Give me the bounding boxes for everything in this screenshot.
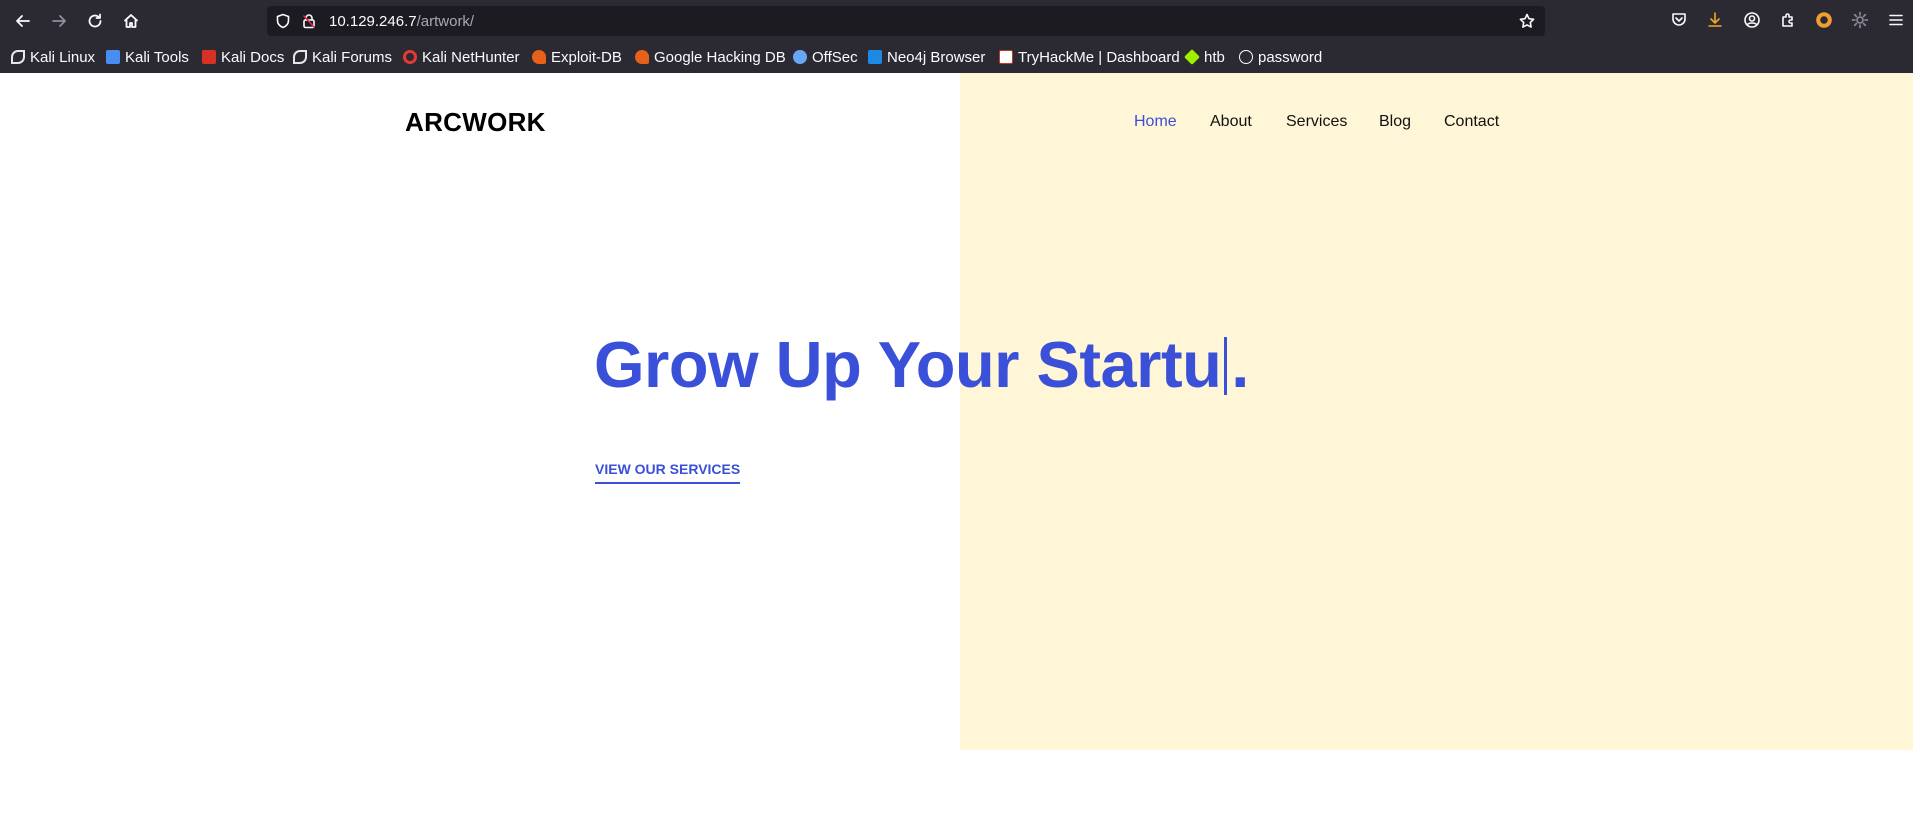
bookmark-item[interactable]: OffSec: [793, 46, 858, 68]
offsec-icon: [793, 50, 807, 64]
arrow-right-icon: [52, 15, 66, 27]
kali-dragon-icon: [11, 50, 25, 64]
nethunter-icon: [403, 50, 417, 64]
bookmark-item[interactable]: Kali Linux: [11, 46, 95, 68]
bookmark-label: Kali NetHunter: [422, 48, 520, 66]
bookmark-item[interactable]: TryHackMe | Dashboard: [999, 46, 1180, 68]
extensions-button[interactable]: [1779, 11, 1799, 31]
bookmark-item[interactable]: Google Hacking DB: [635, 46, 786, 68]
nav-services[interactable]: Services: [1286, 113, 1347, 131]
exploit-db-icon: [532, 50, 546, 64]
app-menu-button[interactable]: [1887, 11, 1907, 31]
bookmark-item[interactable]: Kali Forums: [293, 46, 392, 68]
reload-button[interactable]: [82, 9, 108, 33]
download-icon: [1708, 12, 1722, 27]
exploit-db-icon: [635, 50, 649, 64]
kali-dragon-icon: [293, 50, 307, 64]
bookmark-label: Kali Linux: [30, 48, 96, 66]
bookmark-item[interactable]: Kali Docs: [202, 46, 284, 68]
bookmark-item[interactable]: htb: [1184, 46, 1225, 68]
nav-contact[interactable]: Contact: [1444, 113, 1499, 131]
pocket-icon: [1672, 13, 1686, 26]
kali-tools-icon: [106, 50, 120, 64]
bookmark-item[interactable]: Kali NetHunter: [403, 46, 520, 68]
pocket-button[interactable]: [1670, 11, 1690, 31]
nav-blog[interactable]: Blog: [1379, 113, 1411, 131]
url-host: 10.129.246.7: [329, 13, 417, 30]
nav-home[interactable]: Home: [1134, 113, 1177, 131]
terminal-icon: [868, 50, 882, 64]
url-path: /artwork/: [416, 13, 475, 30]
bookmark-item[interactable]: password: [1239, 46, 1322, 68]
bookmark-star-icon[interactable]: [1519, 13, 1535, 29]
bookmarks-toolbar: Kali Linux Kali Tools Kali Docs Kali For…: [0, 46, 1913, 68]
account-button[interactable]: [1743, 11, 1763, 31]
hero-title: Grow Up Your Startu.: [594, 327, 1249, 402]
browser-chrome: 10.129.246.7/artwork/ Kali Linux Kali To…: [0, 0, 1913, 73]
bookmark-label: Kali Docs: [221, 48, 285, 66]
browser-toolbar: 10.129.246.7/artwork/: [0, 0, 1913, 42]
htb-cube-icon: [1184, 49, 1200, 65]
reload-icon: [88, 13, 102, 28]
bookmark-label: htb: [1204, 48, 1225, 66]
puzzle-icon: [1782, 13, 1793, 27]
hamburger-menu-icon: [1889, 14, 1903, 26]
home-button[interactable]: [118, 9, 144, 33]
extension-gear-button[interactable]: [1851, 11, 1871, 31]
back-button[interactable]: [10, 9, 36, 33]
fox-extension-icon: [1816, 12, 1832, 28]
url-text[interactable]: 10.129.246.7/artwork/: [329, 13, 474, 30]
hero-background-panel: [960, 73, 1913, 750]
lock-icon[interactable]: [301, 13, 317, 29]
bookmark-label: Google Hacking DB: [654, 48, 786, 66]
bookmark-label: OffSec: [812, 48, 858, 66]
bookmark-item[interactable]: Neo4j Browser: [868, 46, 985, 68]
gear-icon: [1851, 11, 1869, 29]
hero-title-end: .: [1231, 328, 1249, 401]
address-bar[interactable]: 10.129.246.7/artwork/: [267, 6, 1545, 36]
site-logo[interactable]: ARCWORK: [405, 107, 546, 138]
hero-title-text: Grow Up Your Startu: [594, 328, 1222, 401]
bookmark-label: Kali Tools: [125, 48, 189, 66]
tryhackme-icon: [999, 50, 1013, 64]
bookmark-label: Neo4j Browser: [887, 48, 986, 66]
home-icon: [124, 14, 138, 28]
globe-icon: [1239, 50, 1253, 64]
view-services-link[interactable]: VIEW OUR SERVICES: [595, 461, 741, 484]
web-page: ARCWORK Home About Services Blog Contact…: [0, 73, 1913, 833]
bookmark-label: Exploit-DB: [551, 48, 622, 66]
account-icon: [1744, 12, 1760, 28]
arrow-left-icon: [16, 15, 30, 27]
forward-button[interactable]: [46, 9, 72, 33]
bookmark-label: Kali Forums: [312, 48, 393, 66]
extension-fox-button[interactable]: [1815, 11, 1835, 31]
bookmark-item[interactable]: Kali Tools: [106, 46, 189, 68]
shield-icon[interactable]: [275, 13, 291, 29]
kali-docs-icon: [202, 50, 216, 64]
bookmark-item[interactable]: Exploit-DB: [532, 46, 622, 68]
bookmark-label: TryHackMe | Dashboard: [1018, 48, 1180, 66]
downloads-button[interactable]: [1706, 11, 1726, 31]
typing-cursor: [1224, 337, 1228, 395]
nav-about[interactable]: About: [1210, 113, 1252, 131]
bookmark-label: password: [1258, 48, 1323, 66]
